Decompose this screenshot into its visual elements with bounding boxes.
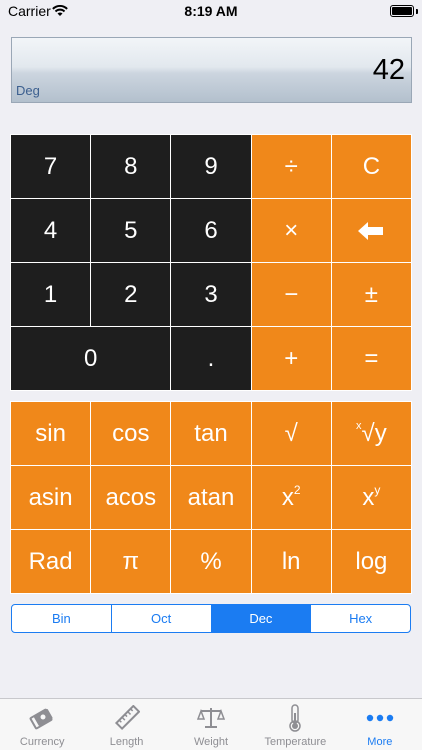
ruler-icon [112,704,142,732]
key-5[interactable]: 5 [91,199,171,262]
key-9[interactable]: 9 [171,135,251,198]
tab-temperature[interactable]: Temperature [253,699,337,750]
angle-mode-label: Deg [16,83,40,98]
number-base-selector: Bin Oct Dec Hex [11,604,411,633]
tab-label-weight: Weight [193,736,229,748]
currency-icon [27,704,57,732]
backspace-arrow-icon [358,221,384,240]
pi-button[interactable]: π [91,530,171,593]
key-2[interactable]: 2 [91,263,171,326]
xth-root-button[interactable]: x √ y [331,402,411,465]
divide-button[interactable]: ÷ [251,135,331,198]
base-dec-segment[interactable]: Dec [210,605,311,632]
decimal-button[interactable]: . [171,327,251,390]
base-bin-segment[interactable]: Bin [12,605,111,632]
multiply-button[interactable]: × [251,199,331,262]
key-7[interactable]: 7 [11,135,91,198]
key-3[interactable]: 3 [171,263,251,326]
calculator-display: 42 Deg [11,37,412,103]
root-symbol-label: √ [361,419,375,447]
base-hex-segment[interactable]: Hex [310,605,410,632]
key-0[interactable]: 0 [11,327,171,390]
acos-button[interactable]: acos [91,466,171,529]
add-button[interactable]: + [251,327,331,390]
key-6[interactable]: 6 [171,199,251,262]
power-button[interactable]: xy [331,466,411,529]
rad-button[interactable]: Rad [11,530,91,593]
sqrt-button[interactable]: √ [251,402,331,465]
tab-label-length: Length [109,736,144,748]
key-1[interactable]: 1 [11,263,91,326]
base-oct-segment[interactable]: Oct [110,605,211,632]
key-8[interactable]: 8 [91,135,171,198]
tan-button[interactable]: tan [171,402,251,465]
root-index-label: x [356,419,362,432]
tab-currency[interactable]: Currency [0,699,84,750]
more-icon [365,704,395,732]
scientific-keypad: sin cos tan √ x √ y asin acos atan x2 xy R… [10,401,412,594]
scale-icon [196,704,226,732]
clock: 8:19 AM [184,3,238,19]
backspace-button[interactable] [331,199,411,262]
battery-tip [416,9,418,14]
power-exponent-label: y [374,482,381,497]
equals-button[interactable]: = [331,327,411,390]
atan-button[interactable]: atan [171,466,251,529]
tab-label-more: More [367,736,393,748]
sin-button[interactable]: sin [11,402,91,465]
square-base-label: x [281,483,294,511]
display-value: 42 [372,54,405,86]
tab-label-temperature: Temperature [264,736,327,748]
subtract-button[interactable]: − [251,263,331,326]
status-bar: Carrier 8:19 AM [0,0,422,22]
tab-bar: Currency Length Weight Temperature More [0,698,422,750]
thermometer-icon [280,704,310,732]
square-exponent-label: 2 [293,482,301,497]
main-keypad: 7 8 9 ÷ C 4 5 6 × 1 2 3 − ± 0 . + = [10,134,412,391]
power-base-label: x [362,483,375,511]
tab-length[interactable]: Length [84,699,168,750]
cos-button[interactable]: cos [91,402,171,465]
square-button[interactable]: x2 [251,466,331,529]
battery-icon [390,5,414,17]
tab-more[interactable]: More [338,699,422,750]
log-button[interactable]: log [331,530,411,593]
tab-label-currency: Currency [19,736,65,748]
root-radicand-label: y [374,419,387,447]
percent-button[interactable]: % [171,530,251,593]
asin-button[interactable]: asin [11,466,91,529]
clear-button[interactable]: C [331,135,411,198]
tab-weight[interactable]: Weight [169,699,253,750]
ln-button[interactable]: ln [251,530,331,593]
key-4[interactable]: 4 [11,199,91,262]
plus-minus-button[interactable]: ± [331,263,411,326]
